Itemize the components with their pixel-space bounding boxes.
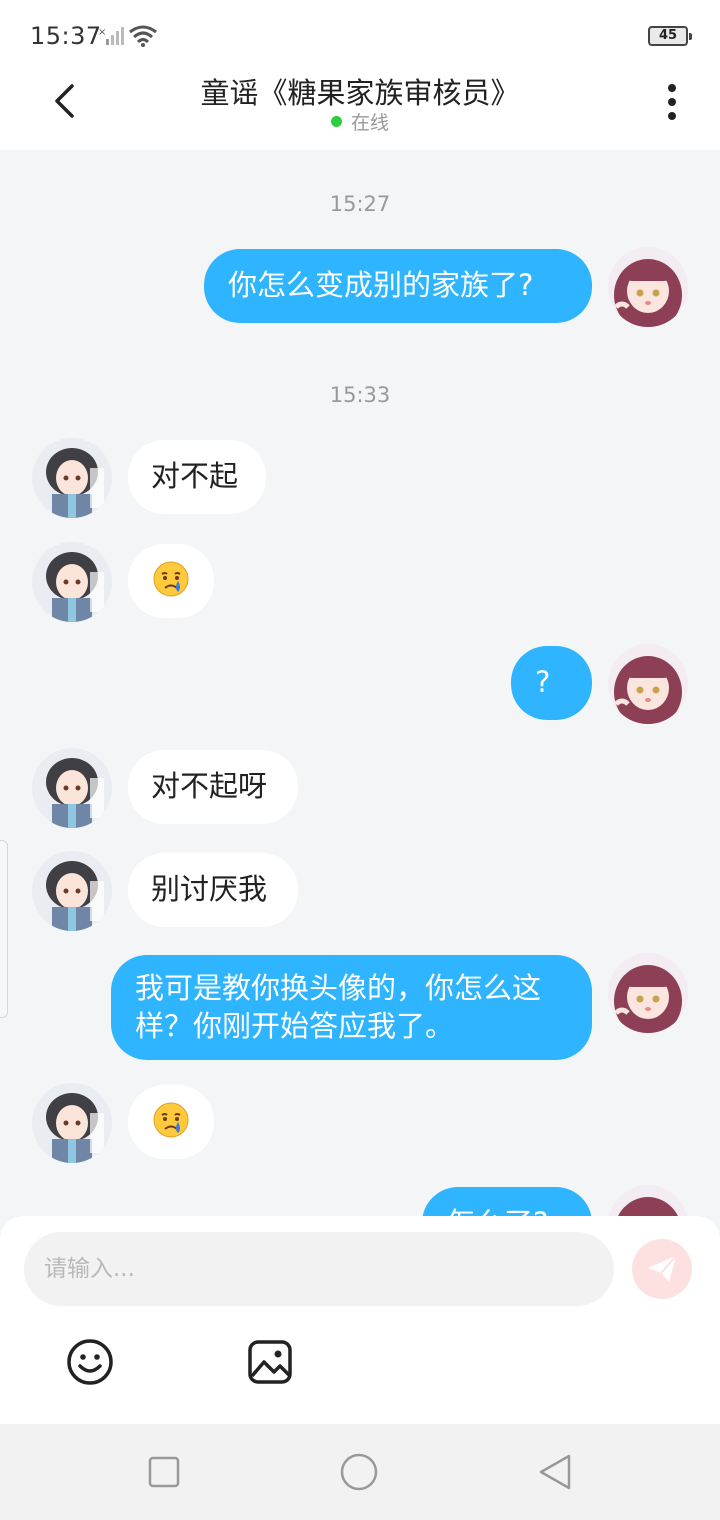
back-triangle-icon[interactable] [535, 1452, 575, 1492]
anime-boy-avatar-icon [32, 542, 112, 622]
home-icon[interactable] [339, 1452, 379, 1492]
anime-boy-avatar-icon [32, 438, 112, 518]
anime-girl-avatar-icon [608, 247, 688, 327]
chat-header: 童谣《糖果家族审核员》 在线 [0, 70, 720, 150]
anime-girl-avatar-icon [608, 644, 688, 724]
my-avatar[interactable] [608, 1185, 688, 1216]
chat-title: 童谣《糖果家族审核员》 [200, 76, 520, 110]
battery-indicator: 45 [648, 26, 692, 46]
message-bubble-incoming[interactable]: 对不起呀 [128, 750, 298, 824]
svg-text:×: × [98, 27, 106, 38]
system-navigation-bar [0, 1424, 720, 1520]
anime-girl-avatar-icon [608, 953, 688, 1033]
contact-avatar[interactable] [32, 1083, 112, 1163]
message-bubble-outgoing[interactable]: 我可是教你换头像的，你怎么这样？你刚开始答应我了。 [111, 955, 592, 1060]
online-status: 在线 [0, 108, 720, 135]
message-bubble-incoming[interactable]: 对不起 [128, 440, 266, 514]
online-status-label: 在线 [350, 112, 389, 134]
chat-messages[interactable]: 15:27 你怎么变成别的家族了? 15:33 对不起 ? 对不起呀 别讨厌我 … [0, 150, 720, 1216]
message-composer [0, 1216, 720, 1424]
message-input[interactable] [24, 1232, 614, 1306]
contact-avatar[interactable] [32, 542, 112, 622]
contact-avatar[interactable] [32, 851, 112, 931]
contact-avatar[interactable] [32, 748, 112, 828]
contact-avatar[interactable] [32, 438, 112, 518]
send-button[interactable] [632, 1239, 692, 1299]
anime-boy-avatar-icon [32, 851, 112, 931]
my-avatar[interactable] [608, 644, 688, 724]
message-bubble-incoming[interactable] [128, 544, 214, 618]
message-bubble-incoming[interactable] [128, 1085, 214, 1159]
status-time: 15:37 [30, 22, 102, 50]
crying-face-icon [153, 561, 189, 597]
message-bubble-outgoing[interactable]: 怎么了? [422, 1187, 592, 1216]
crying-face-icon [153, 1102, 189, 1138]
wifi-icon [129, 25, 157, 47]
anime-boy-avatar-icon [32, 748, 112, 828]
emoji-icon[interactable] [64, 1336, 116, 1388]
anime-girl-avatar-icon [608, 1185, 688, 1216]
my-avatar[interactable] [608, 953, 688, 1033]
more-vertical-icon[interactable] [652, 80, 692, 124]
signal-icon: × [98, 27, 124, 45]
online-dot-icon [330, 116, 342, 127]
recent-apps-icon[interactable] [144, 1452, 184, 1492]
message-timestamp: 15:27 [329, 192, 391, 216]
edge-drag-handle[interactable] [0, 840, 8, 1018]
message-bubble-outgoing[interactable]: 你怎么变成别的家族了? [204, 249, 592, 323]
anime-boy-avatar-icon [32, 1083, 112, 1163]
message-timestamp: 15:33 [329, 383, 391, 407]
status-bar: 15:37 × 45 [0, 0, 720, 70]
message-bubble-outgoing[interactable]: ? [511, 646, 592, 720]
send-icon [648, 1255, 677, 1282]
my-avatar[interactable] [608, 247, 688, 327]
message-bubble-incoming[interactable]: 别讨厌我 [128, 853, 298, 927]
image-icon[interactable] [244, 1336, 296, 1388]
